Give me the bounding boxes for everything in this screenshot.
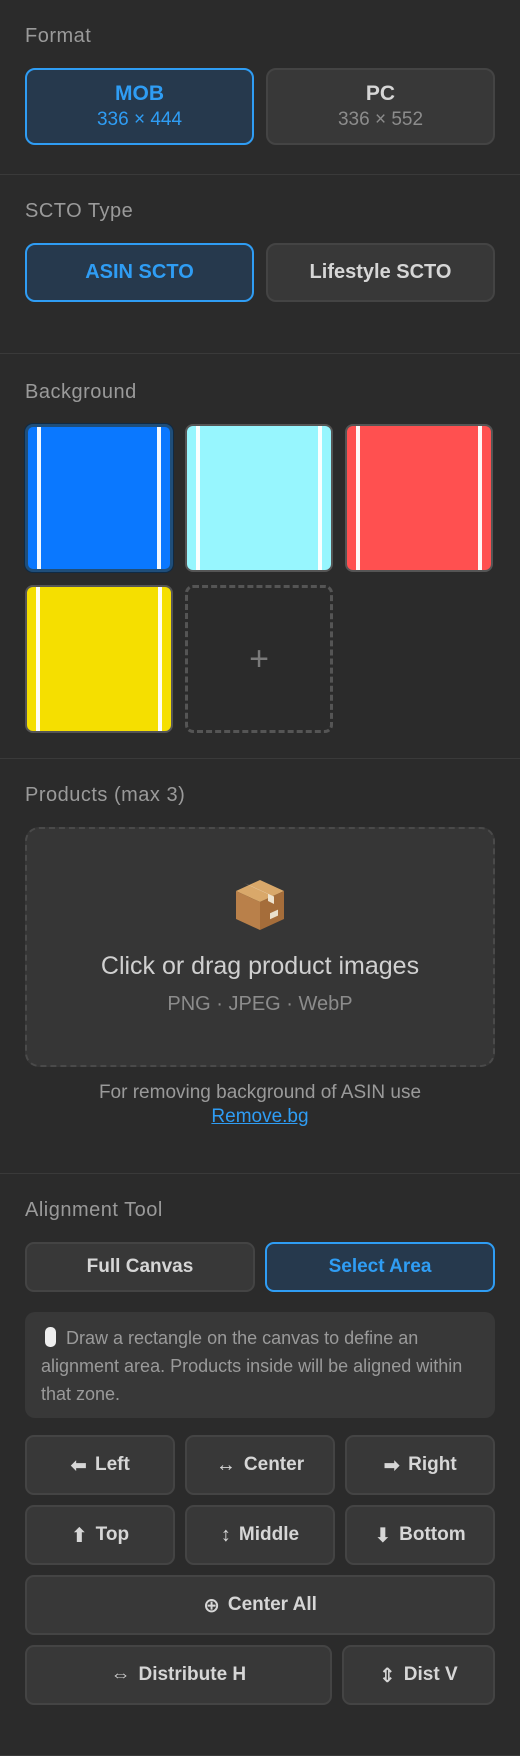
swatch-stripe: [478, 426, 482, 570]
sidebar-panel: Format MOB 336 × 444 PC 336 × 552 SCTO T…: [0, 0, 520, 1756]
swatch-stripe: [37, 427, 41, 569]
align-right-button[interactable]: ➡ Right: [345, 1435, 495, 1495]
arrow-vertical-icon: ↕: [220, 1523, 231, 1546]
background-swatches: +: [25, 424, 495, 733]
align-center-button[interactable]: ↔ Center: [185, 1435, 335, 1495]
alignment-section: Alignment Tool Full Canvas Select Area D…: [0, 1174, 520, 1756]
arrow-right-icon: ➡: [383, 1454, 401, 1477]
format-size: 336 × 444: [96, 109, 183, 130]
background-section: Background +: [0, 354, 520, 759]
align-left-button[interactable]: ⬅ Left: [25, 1435, 175, 1495]
align-top-button[interactable]: ⬆ Top: [25, 1505, 175, 1565]
align-bottom-button[interactable]: ⬇ Bottom: [345, 1505, 495, 1565]
button-label: Top: [95, 1524, 130, 1545]
arrow-up-icon: ⬆: [70, 1524, 88, 1547]
products-section: Products (max 3) Click or drag product i…: [0, 759, 520, 1174]
button-label: Distribute H: [138, 1664, 247, 1685]
center-all-button[interactable]: ⊕ Center All: [25, 1575, 495, 1635]
asin-scto-button[interactable]: ASIN SCTO: [25, 243, 254, 302]
scto-type-title: SCTO Type: [25, 200, 134, 222]
format-title: Format: [25, 25, 92, 47]
mouse-icon: [45, 1327, 56, 1347]
arrow-horizontal-icon: ↔: [215, 1453, 236, 1476]
button-label: Dist V: [403, 1664, 458, 1685]
alignment-hint: Draw a rectangle on the canvas to define…: [25, 1312, 495, 1418]
format-option-mob[interactable]: MOB 336 × 444: [25, 68, 254, 145]
dropzone-formats: PNG · JPEG · WebP: [167, 993, 353, 1015]
alignment-hint-text: Draw a rectangle on the canvas to define…: [41, 1328, 463, 1404]
remove-bg-note: For removing background of ASIN use Remo…: [25, 1081, 495, 1129]
distribute-horizontal-icon: ⇔: [110, 1663, 131, 1686]
package-icon: [236, 880, 284, 930]
lifestyle-scto-button[interactable]: Lifestyle SCTO: [266, 243, 495, 302]
select-area-button[interactable]: Select Area: [265, 1242, 495, 1292]
button-label: Middle: [238, 1524, 300, 1545]
dist-v-button[interactable]: ⇕ Dist V: [341, 1645, 495, 1705]
distribute-vertical-icon: ⇕: [379, 1664, 396, 1687]
add-background-button[interactable]: +: [185, 585, 333, 733]
button-label: Left: [94, 1454, 130, 1475]
swatch-yellow[interactable]: [25, 585, 173, 733]
button-label: Center: [243, 1454, 305, 1475]
format-size: 336 × 552: [337, 109, 424, 130]
swatch-blue[interactable]: [25, 424, 173, 572]
arrow-left-icon: ⬅: [70, 1454, 87, 1477]
align-middle-button[interactable]: ↕ Middle: [185, 1505, 335, 1565]
swatch-red[interactable]: [345, 424, 493, 572]
distribute-h-button[interactable]: ⇔ Distribute H: [25, 1645, 332, 1705]
format-section: Format MOB 336 × 444 PC 336 × 552: [0, 0, 520, 175]
swatch-stripe: [356, 426, 360, 570]
scto-type-section: SCTO Type ASIN SCTO Lifestyle SCTO: [0, 175, 520, 354]
swatch-stripe: [318, 426, 322, 570]
button-label: Bottom: [399, 1524, 466, 1545]
button-label: Right: [408, 1454, 457, 1475]
background-title: Background: [25, 381, 137, 403]
format-label: MOB: [115, 82, 164, 105]
format-option-pc[interactable]: PC 336 × 552: [266, 68, 495, 145]
remove-bg-link[interactable]: Remove.bg: [211, 1106, 308, 1127]
full-canvas-button[interactable]: Full Canvas: [25, 1242, 255, 1292]
arrow-down-icon: ⬇: [374, 1524, 392, 1547]
button-label: Center All: [227, 1594, 317, 1615]
swatch-cyan[interactable]: [185, 424, 333, 572]
products-title: Products (max 3): [25, 784, 186, 806]
swatch-stripe: [158, 587, 162, 731]
product-dropzone[interactable]: Click or drag product images PNG · JPEG …: [25, 827, 495, 1067]
dropzone-text: Click or drag product images: [100, 952, 420, 980]
plus-icon: +: [249, 639, 269, 678]
crosshair-icon: ⊕: [203, 1594, 220, 1617]
note-text: For removing background of ASIN use: [98, 1082, 422, 1103]
swatch-stripe: [196, 426, 200, 570]
format-label: PC: [365, 82, 396, 105]
alignment-title: Alignment Tool: [25, 1199, 163, 1221]
swatch-stripe: [157, 427, 161, 569]
swatch-stripe: [36, 587, 40, 731]
